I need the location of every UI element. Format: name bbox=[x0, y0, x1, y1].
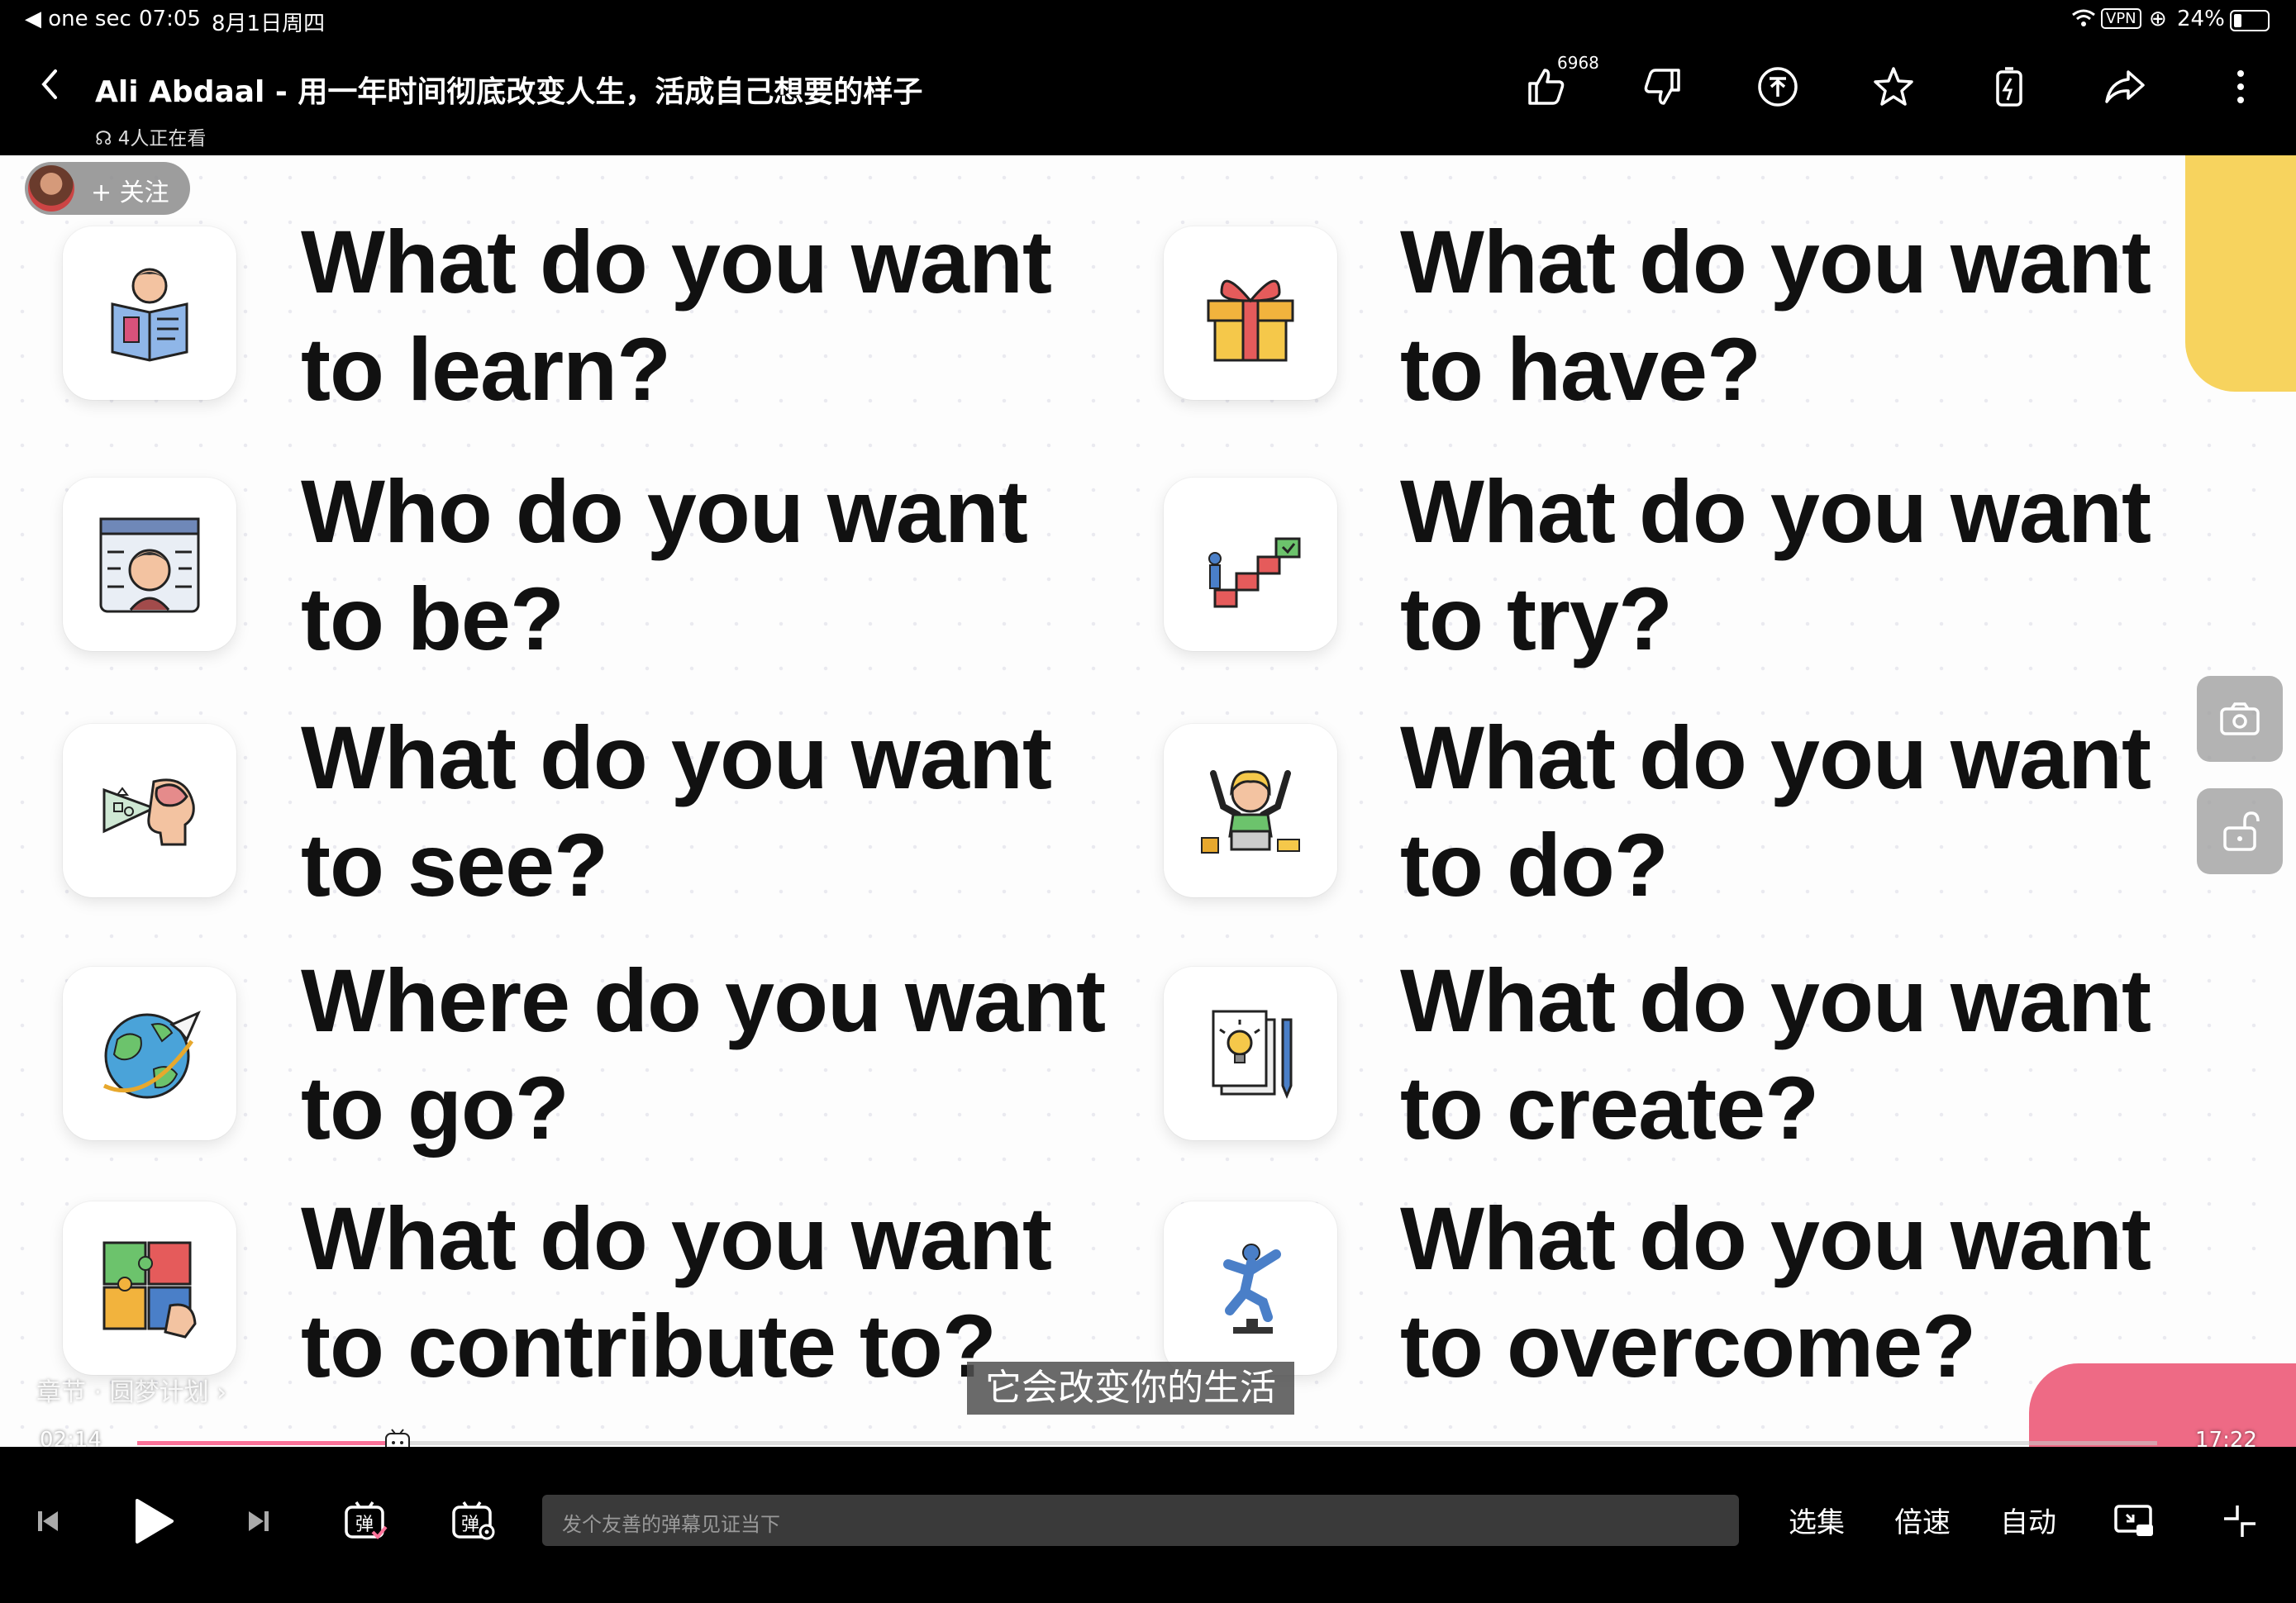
question-be-line1: Who do you want bbox=[301, 461, 1028, 561]
chapter-link[interactable]: 章节 · 圆梦计划 › bbox=[36, 1372, 226, 1408]
subtitle-caption: 它会改变你的生活 bbox=[967, 1362, 1294, 1415]
danmaku-toggle-icon[interactable]: 弹 bbox=[339, 1495, 392, 1548]
like-count: 6968 bbox=[1557, 53, 1599, 73]
progress-thumb-icon[interactable] bbox=[383, 1428, 412, 1447]
share-icon bbox=[2105, 70, 2145, 103]
question-try-line1: What do you want bbox=[1400, 461, 2151, 561]
video-title: Ali Abdaal - 用一年时间彻底改变人生，活成自己想要的样子 bbox=[95, 75, 923, 109]
question-see-line1: What do you want bbox=[301, 707, 1052, 807]
video-header: Ali Abdaal - 用一年时间彻底改变人生，活成自己想要的样子 ☊ 4人正… bbox=[0, 40, 2296, 155]
progress-fill bbox=[137, 1441, 398, 1445]
person-circuit-icon bbox=[63, 478, 236, 651]
coin-icon bbox=[1758, 67, 1798, 107]
danmaku-input[interactable]: 发个友善的弹幕见证当下 bbox=[542, 1495, 1739, 1546]
question-be-line2: to be? bbox=[301, 568, 564, 668]
question-overcome-line1: What do you want bbox=[1400, 1188, 2151, 1288]
yellow-side-tab bbox=[2185, 155, 2296, 392]
unlock-icon bbox=[2223, 811, 2260, 851]
episodes-button[interactable]: 选集 bbox=[1789, 1500, 1845, 1540]
wifi-icon bbox=[2071, 8, 2096, 34]
follow-button[interactable]: + 关注 bbox=[91, 172, 169, 208]
charge-button[interactable] bbox=[1980, 58, 2038, 116]
thumbs-down-icon bbox=[1644, 69, 1680, 105]
question-contribute-line1: What do you want bbox=[301, 1188, 1052, 1288]
question-have-line1: What do you want bbox=[1400, 212, 2151, 312]
question-learn-line1: What do you want bbox=[301, 212, 1052, 312]
share-button[interactable] bbox=[2096, 58, 2154, 116]
video-player[interactable]: + 关注 What do you want to learn? Who do y… bbox=[0, 155, 2296, 1447]
jumping-person-icon bbox=[1164, 1201, 1337, 1375]
vision-head-icon bbox=[63, 724, 236, 897]
dislike-button[interactable] bbox=[1633, 58, 1691, 116]
screenshot-button[interactable] bbox=[2197, 676, 2283, 762]
reading-person-icon bbox=[63, 226, 236, 400]
viewers-count: ☊ 4人正在看 bbox=[95, 122, 206, 150]
player-controls: 弹 弹 发个友善的弹幕见证当下 选集 倍速 自动 bbox=[0, 1447, 2296, 1603]
battery-bolt-icon bbox=[1996, 67, 2022, 107]
question-try-line2: to try? bbox=[1400, 568, 1673, 668]
star-icon bbox=[1874, 67, 1913, 106]
camera-icon bbox=[2220, 702, 2260, 735]
question-contribute-line2: to contribute to? bbox=[301, 1296, 997, 1396]
question-overcome-line2: to overcome? bbox=[1400, 1296, 1976, 1396]
vpn-badge: VPN bbox=[2101, 8, 2141, 29]
viewers-text: 4人正在看 bbox=[117, 128, 207, 150]
next-icon[interactable] bbox=[236, 1498, 282, 1544]
svg-text:弹: 弹 bbox=[355, 1515, 374, 1535]
question-do-line1: What do you want bbox=[1400, 707, 2151, 807]
back-to-app-link[interactable]: ◀ one sec bbox=[25, 7, 131, 31]
puzzle-icon bbox=[63, 1201, 236, 1375]
screen-cast-icon[interactable] bbox=[2109, 1496, 2159, 1546]
happy-worker-icon bbox=[1164, 724, 1337, 897]
question-go-line1: Where do you want bbox=[301, 950, 1106, 1050]
total-time: 17:22 bbox=[2195, 1428, 2257, 1447]
status-date: 8月1日周四 bbox=[212, 12, 326, 36]
speed-button[interactable]: 倍速 bbox=[1894, 1500, 1951, 1540]
idea-paper-icon bbox=[1164, 967, 1337, 1140]
auto-button[interactable]: 自动 bbox=[2000, 1500, 2056, 1540]
status-bar: ◀ one sec 07:05 8月1日周四 VPN ⊕ 24% bbox=[0, 0, 2296, 40]
play-icon[interactable] bbox=[124, 1491, 183, 1551]
more-vertical-icon bbox=[2237, 70, 2244, 103]
globe-plane-icon bbox=[63, 967, 236, 1140]
question-see-line2: to see? bbox=[301, 815, 608, 915]
question-learn-line2: to learn? bbox=[301, 319, 671, 419]
coin-button[interactable] bbox=[1749, 58, 1807, 116]
progress-track[interactable] bbox=[137, 1429, 2157, 1447]
previous-icon[interactable] bbox=[25, 1498, 71, 1544]
like-button[interactable]: 6968 bbox=[1517, 53, 1599, 116]
uploader-follow-pill[interactable]: + 关注 bbox=[25, 162, 190, 215]
stairs-icon bbox=[1164, 478, 1337, 651]
question-create-line1: What do you want bbox=[1400, 950, 2151, 1050]
question-go-line2: to go? bbox=[301, 1058, 569, 1158]
question-create-line2: to create? bbox=[1400, 1058, 1819, 1158]
gift-icon bbox=[1164, 226, 1337, 400]
orientation-lock-icon: ⊕ bbox=[2149, 7, 2167, 31]
battery-percent: 24% bbox=[2177, 7, 2225, 31]
lock-screen-button[interactable] bbox=[2197, 788, 2283, 874]
danmaku-placeholder: 发个友善的弹幕见证当下 bbox=[562, 1513, 780, 1536]
svg-text:弹: 弹 bbox=[461, 1515, 479, 1535]
exit-fullscreen-icon[interactable] bbox=[2215, 1496, 2265, 1546]
question-do-line2: to do? bbox=[1400, 815, 1669, 915]
viewers-icon: ☊ bbox=[95, 128, 112, 150]
back-icon[interactable] bbox=[25, 59, 74, 109]
current-time: 02:14 bbox=[40, 1428, 102, 1447]
uploader-avatar[interactable] bbox=[28, 165, 74, 212]
battery-icon bbox=[2230, 10, 2270, 31]
status-time: 07:05 bbox=[139, 7, 201, 31]
favorite-button[interactable] bbox=[1865, 58, 1922, 116]
question-have-line2: to have? bbox=[1400, 319, 1761, 419]
more-button[interactable] bbox=[2212, 58, 2270, 116]
danmaku-settings-icon[interactable]: 弹 bbox=[446, 1495, 499, 1548]
